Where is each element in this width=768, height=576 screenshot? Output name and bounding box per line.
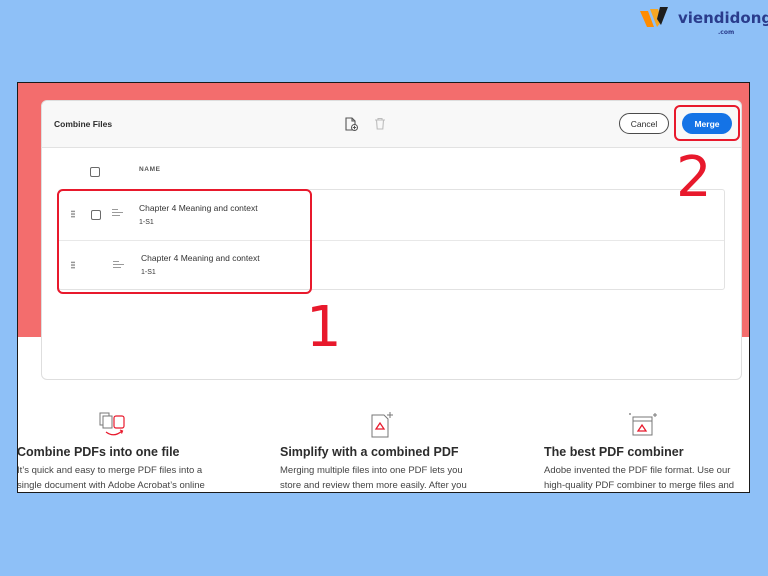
combine-files-icon [98,411,130,444]
pdf-document-icon [368,411,396,444]
panel-title: Combine Files [54,119,113,129]
panel-toolbar: Combine Files Cancel Merge [42,101,741,148]
viendidong-logo: viendidong .com [640,6,768,36]
feature-title: The best PDF combiner [544,445,684,459]
cancel-button[interactable]: Cancel [619,113,669,134]
column-header-name: NAME [139,166,161,173]
feature-title: Simplify with a combined PDF [280,445,459,459]
add-file-icon[interactable] [344,117,358,136]
trash-icon[interactable] [374,117,386,135]
annotation-step-1: 1 [306,295,342,360]
feature-text-line: store and review them more easily. After… [280,480,467,491]
logo-sub: .com [718,28,735,36]
feature-text-line: It’s quick and easy to merge PDF files i… [17,465,203,476]
viendidong-logo-icon [640,7,668,27]
feature-text-line: single document with Adobe Acrobat’s onl… [17,480,205,491]
annotation-step-2: 2 [676,145,712,210]
logo-text: viendidong .com [678,8,768,36]
feature-text-line: high-quality PDF combiner to merge files… [544,480,735,491]
pdf-sparkle-icon [628,411,660,444]
feature-text-line: Adobe invented the PDF file format. Use … [544,465,731,476]
select-all-checkbox[interactable] [90,167,100,177]
annotation-box-merge [674,105,740,141]
feature-title: Combine PDFs into one file [17,445,180,459]
annotation-box-files [57,189,312,294]
feature-text-line: Merging multiple files into one PDF lets… [280,465,463,476]
